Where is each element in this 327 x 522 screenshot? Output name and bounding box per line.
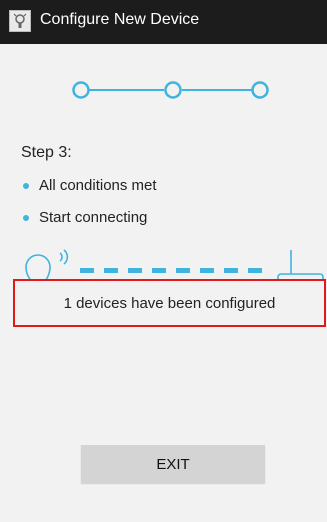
status-message-box: 1 devices have been configured (13, 279, 326, 327)
list-item-label: Start connecting (39, 209, 148, 226)
step-label: Step 3: (21, 144, 72, 161)
progress-step-2 (164, 81, 182, 99)
progress-step-1 (72, 81, 90, 99)
step-progress-indicator (72, 81, 269, 99)
page-title: Configure New Device (40, 11, 200, 28)
title-bar: Configure New Device (0, 0, 327, 44)
connection-dashes (80, 268, 262, 273)
status-message: 1 devices have been configured (63, 294, 276, 312)
list-item-label: All conditions met (39, 177, 157, 194)
bullet-dot-icon (23, 183, 29, 189)
app-settings-icon (9, 10, 31, 32)
progress-step-3 (251, 81, 269, 99)
exit-button[interactable]: EXIT (81, 445, 265, 483)
bullet-dot-icon (23, 215, 29, 221)
